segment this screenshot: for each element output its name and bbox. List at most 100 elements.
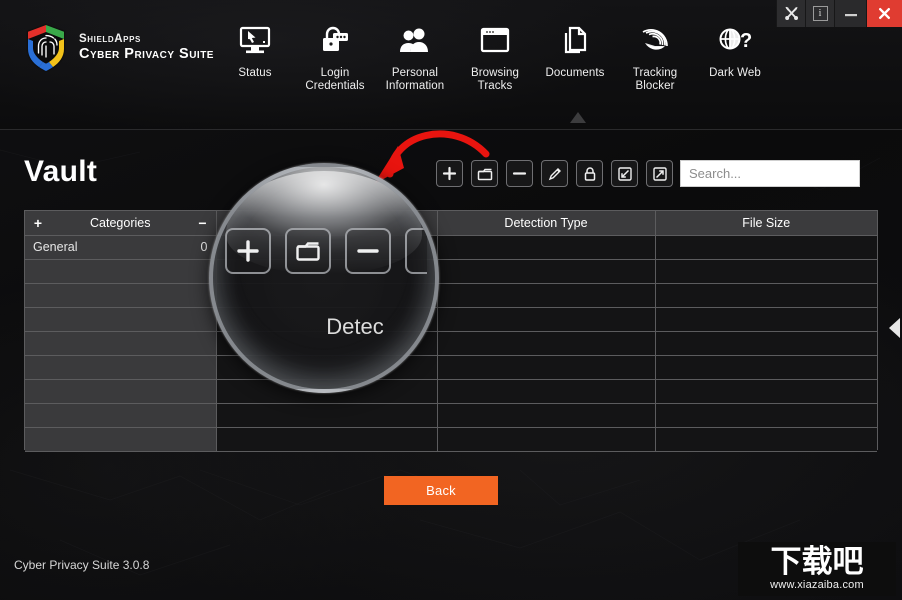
close-button[interactable] (866, 0, 902, 27)
plus-icon (442, 166, 457, 181)
remove-button[interactable] (506, 160, 533, 187)
window-controls: i (776, 0, 902, 27)
brand-product: Cyber Privacy Suite (79, 46, 214, 63)
tools-icon (784, 6, 798, 21)
pencil-icon (548, 167, 561, 180)
detection-type-cell (437, 403, 656, 428)
nav-label-login-credentials: Login Credentials (305, 67, 365, 92)
version-label: Cyber Privacy Suite 3.0.8 (14, 558, 150, 572)
watermark-url: www.xiazaiba.com (770, 579, 864, 591)
table-row[interactable] (25, 379, 877, 404)
file-size-cell (655, 307, 877, 332)
brand-company: ShieldApps (79, 32, 141, 45)
nav-item-dark-web[interactable]: ? Dark Web (695, 14, 775, 80)
name-cell (216, 355, 438, 380)
file-size-cell (655, 355, 877, 380)
nav-item-status[interactable]: Status (215, 14, 295, 80)
file-size-cell (655, 283, 877, 308)
table-row[interactable] (25, 331, 877, 356)
import-button[interactable] (611, 160, 638, 187)
minimize-button[interactable] (834, 0, 866, 27)
file-size-cell (655, 403, 877, 428)
table-body: General 0 (25, 235, 877, 452)
name-cell (216, 331, 438, 356)
name-cell (216, 307, 438, 332)
nav-label-browsing-tracks: Browsing Tracks (470, 67, 520, 92)
file-size-cell (655, 427, 877, 452)
name-header[interactable] (216, 211, 438, 236)
file-size-cell (655, 259, 877, 284)
minus-icon (512, 172, 527, 175)
add-category-button[interactable]: + (31, 216, 45, 230)
file-size-cell (655, 379, 877, 404)
category-cell[interactable] (25, 379, 217, 404)
detection-type-cell (437, 259, 656, 284)
page-title: Vault (24, 155, 98, 188)
remove-category-button[interactable]: − (196, 216, 210, 230)
category-cell[interactable] (25, 307, 217, 332)
nav-label-dark-web: Dark Web (709, 67, 761, 79)
nav-item-personal-information[interactable]: Personal Information (375, 14, 455, 93)
app-window: ShieldApps Cyber Privacy Suite Status Lo… (0, 0, 902, 600)
brand: ShieldApps Cyber Privacy Suite (24, 22, 214, 74)
import-arrow-icon (617, 166, 632, 181)
file-size-header[interactable]: File Size (655, 211, 877, 236)
category-cell[interactable] (25, 403, 217, 428)
close-icon (879, 7, 890, 19)
edit-button[interactable] (541, 160, 568, 187)
app-header: ShieldApps Cyber Privacy Suite Status Lo… (0, 0, 902, 130)
detection-type-cell (437, 307, 656, 332)
categories-header-label: Categories (90, 215, 151, 230)
category-cell[interactable] (25, 331, 217, 356)
search-input[interactable] (680, 160, 860, 187)
detection-type-cell (437, 355, 656, 380)
table-row[interactable] (25, 427, 877, 452)
sidebar-toggle[interactable] (889, 318, 900, 338)
svg-text:?: ? (740, 30, 752, 52)
table-row[interactable] (25, 403, 877, 428)
tools-button[interactable] (776, 0, 805, 27)
category-cell[interactable] (25, 259, 217, 284)
minimize-icon (844, 13, 857, 16)
table-row[interactable] (25, 283, 877, 308)
category-count: 0 (200, 240, 208, 254)
vault-action-bar (436, 160, 673, 187)
documents-icon (560, 20, 590, 60)
name-cell (216, 235, 438, 260)
users-icon (398, 20, 432, 60)
detection-type-header[interactable]: Detection Type (437, 211, 656, 236)
detection-type-cell (437, 331, 656, 356)
table-row[interactable]: General 0 (25, 235, 877, 260)
category-cell[interactable] (25, 355, 217, 380)
add-button[interactable] (436, 160, 463, 187)
lock-icon (584, 166, 595, 181)
back-button[interactable]: Back (384, 476, 498, 505)
nav-label-personal-information: Personal Information (385, 67, 445, 92)
nav-label-tracking-blocker: Tracking Blocker (632, 67, 678, 92)
table-row[interactable] (25, 307, 877, 332)
vault-table: + Categories − Detection Type File Size … (24, 210, 878, 452)
category-cell[interactable] (25, 427, 217, 452)
table-row[interactable] (25, 259, 877, 284)
name-cell (216, 379, 438, 404)
info-button[interactable]: i (805, 0, 834, 27)
export-button[interactable] (646, 160, 673, 187)
new-folder-button[interactable] (471, 160, 498, 187)
export-arrow-icon (652, 166, 667, 181)
folder-icon (477, 168, 492, 180)
nav-item-documents[interactable]: Documents (535, 14, 615, 80)
table-row[interactable] (25, 355, 877, 380)
lock-button[interactable] (576, 160, 603, 187)
nav-item-browsing-tracks[interactable]: Browsing Tracks (455, 14, 535, 93)
watermark-logo-text: 下载吧 (770, 544, 864, 580)
nav-item-login-credentials[interactable]: Login Credentials (295, 14, 375, 93)
nav-item-tracking-blocker[interactable]: Tracking Blocker (615, 14, 695, 93)
radar-icon (639, 20, 671, 60)
name-cell (216, 259, 438, 284)
browser-window-icon (479, 20, 511, 60)
main-nav: Status Login Credentials Personal Inform… (215, 14, 775, 93)
category-cell[interactable] (25, 283, 217, 308)
padlock-password-icon (319, 20, 351, 60)
category-cell[interactable]: General 0 (25, 235, 217, 260)
nav-label-documents: Documents (545, 67, 605, 79)
